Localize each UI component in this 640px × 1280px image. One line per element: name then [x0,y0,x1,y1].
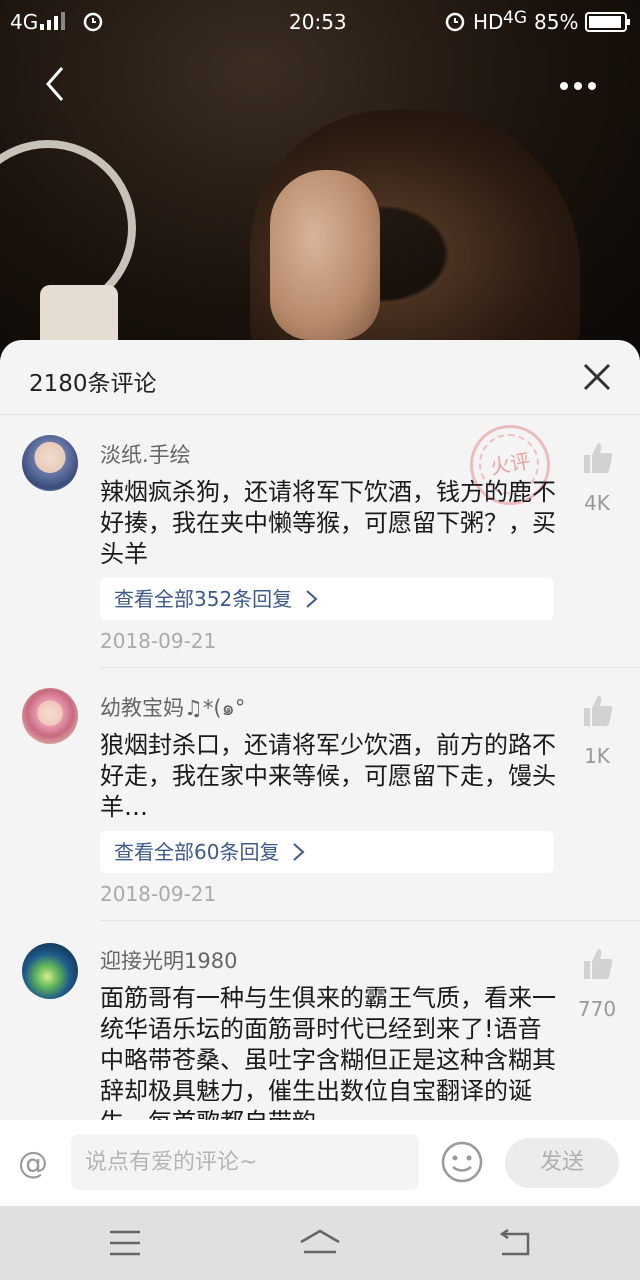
comment-input[interactable] [71,1134,419,1190]
view-replies-label: 查看全部60条回复 [114,840,280,864]
home-icon[interactable] [298,1228,342,1258]
hd-label: HD [473,10,504,34]
video-frame-face [270,170,380,340]
emoji-icon[interactable] [441,1141,483,1183]
like-count: 770 [577,997,617,1021]
comment-text: 辣烟疯杀狗，还请将军下饮酒，钱方的鹿不好揍，我在夹中懒等猴，可愿留下粥？，买头羊 [100,478,556,568]
back-nav-icon[interactable] [498,1228,532,1258]
system-nav-bar [0,1206,640,1280]
alarm-icon [445,12,465,32]
comment-item: 幼教宝妈♫*(๑° 狼烟封杀口，还请将军少饮酒，前方的路不好走，我在家中来等候，… [0,668,640,921]
more-button[interactable] [560,70,610,100]
comment-text: 狼烟封杀口，还请将军少饮酒，前方的路不好走，我在家中来等候，可愿留下走，馒头羊… [100,731,556,821]
view-replies-button[interactable]: 查看全部60条回复 [100,831,554,873]
comment-text: 面筋哥有一种与生俱来的霸王气质，看来一统华语乐坛的面筋哥时代已经到来了!语音中略… [100,984,556,1120]
send-button[interactable]: 发送 [505,1138,619,1188]
status-bar: 4G 20:53 HD 4G 85% [0,0,640,44]
comment-date: 2018-09-21 [100,629,217,653]
view-replies-button[interactable]: 查看全部352条回复 [100,578,554,620]
comment-item: 淡纸.手绘 火评 辣烟疯杀狗，还请将军下饮酒，钱方的鹿不好揍，我在夹中懒等猴，可… [0,415,640,668]
thumbs-up-icon[interactable] [580,694,614,728]
mention-button[interactable]: @ [18,1146,48,1181]
network-label: 4G [10,10,39,34]
thumbs-up-icon[interactable] [580,947,614,981]
battery-percent: 85% [534,10,579,34]
clock: 20:53 [289,10,347,34]
signal-icon [40,12,65,30]
video-player[interactable] [0,0,640,360]
comment-input-bar: @ 发送 [0,1120,640,1206]
comment-list[interactable]: 淡纸.手绘 火评 辣烟疯杀狗，还请将军下饮酒，钱方的鹿不好揍，我在夹中懒等猴，可… [0,415,640,1120]
menu-icon[interactable] [108,1228,142,1258]
battery-icon [585,12,630,32]
more-dot-icon [574,82,582,90]
comment-date: 2018-09-21 [100,882,217,906]
thumbs-up-icon[interactable] [580,441,614,475]
like-count: 1K [584,744,610,768]
chevron-right-icon [305,590,318,608]
comments-header: 2180条评论 [0,340,640,415]
comment-username[interactable]: 幼教宝妈♫*(๑° [100,692,245,725]
more-dot-icon [588,82,596,90]
comment-item: 迎接光明1980 面筋哥有一种与生俱来的霸王气质，看来一统华语乐坛的面筋哥时代已… [0,921,640,1120]
chevron-left-icon [46,67,64,101]
comment-username[interactable]: 淡纸.手绘 [100,439,191,469]
back-button[interactable] [38,64,78,104]
close-icon[interactable] [580,360,614,394]
avatar[interactable] [22,943,78,999]
network-label-2: 4G [503,8,527,28]
chevron-right-icon [293,843,305,861]
more-dot-icon [560,82,568,90]
view-replies-label: 查看全部352条回复 [114,587,293,611]
like-count: 4K [584,491,610,515]
avatar[interactable] [22,435,78,491]
comment-username[interactable]: 迎接光明1980 [100,945,237,975]
comments-count-title: 2180条评论 [29,371,157,397]
alarm-icon [83,12,103,32]
avatar[interactable] [22,688,78,744]
